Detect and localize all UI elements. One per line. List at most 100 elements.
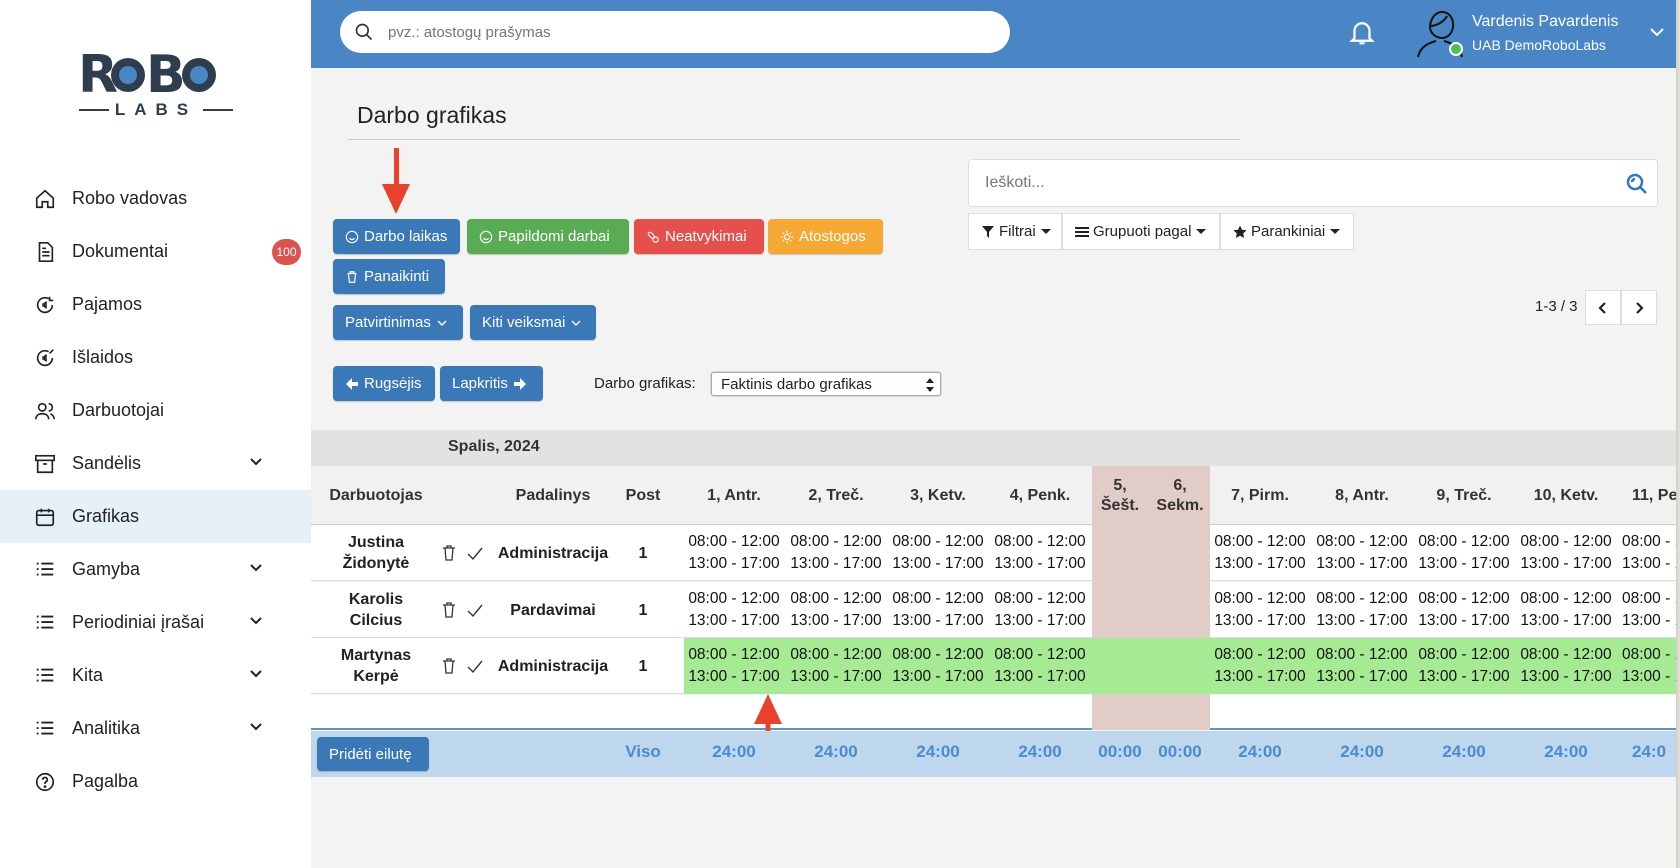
shift-cell[interactable]: 08:00 - 12:00 13:00 - 17:00 (1312, 531, 1412, 575)
header-day-1[interactable]: 1, Antr. (684, 466, 784, 525)
trash-icon[interactable] (440, 601, 458, 619)
user-company[interactable]: UAB DemoRoboLabs (1472, 37, 1606, 53)
shift-cell[interactable]: 08:00 - 12:00 13:00 - 17:00 (1312, 644, 1412, 688)
add-row-button[interactable]: Pridėti eilutę (317, 737, 429, 771)
work-time-button[interactable]: Darbo laikas (333, 219, 460, 254)
chevron-down-icon[interactable] (249, 720, 263, 734)
shift-cell[interactable]: 08:00 - 12:00 13:00 - 17:00 (1312, 588, 1412, 632)
global-search[interactable] (340, 11, 1010, 53)
header-day-2[interactable]: 2, Treč. (786, 466, 886, 525)
extra-work-button[interactable]: Papildomi darbai (467, 219, 629, 254)
shift-cell[interactable]: 08:00 - 1 13:00 - 1 (1618, 588, 1680, 632)
header-day-5[interactable]: 5, Šešt. (1092, 466, 1148, 525)
prev-month-button[interactable]: Rugsėjis (333, 366, 435, 401)
shift-cell[interactable]: 08:00 - 12:00 13:00 - 17:00 (1210, 644, 1310, 688)
trash-icon[interactable] (440, 657, 458, 675)
sidebar-item-label: Periodiniai įrašai (72, 612, 205, 632)
sidebar-item-kita[interactable]: Kita (0, 649, 311, 702)
pager-prev-button[interactable] (1585, 290, 1621, 325)
employee-name[interactable]: Karolis Cilcius (320, 582, 432, 638)
shift-cell[interactable]: 08:00 - 12:00 13:00 - 17:00 (684, 588, 784, 632)
filters-dropdown[interactable]: Filtrai (968, 213, 1062, 250)
employee-name[interactable]: Martynas Kerpė (320, 638, 432, 694)
approval-dropdown[interactable]: Patvirtinimas (333, 305, 463, 340)
schedule-type-select[interactable]: Faktinis darbo grafikas (711, 372, 941, 396)
sidebar-item-dokumentai[interactable]: Dokumentai 100 (0, 225, 311, 278)
header-employee[interactable]: Darbuotojas (320, 466, 432, 525)
check-icon[interactable] (466, 657, 484, 675)
robolabs-logo[interactable]: R B LABS (78, 42, 234, 122)
post-cell[interactable]: 1 (618, 582, 668, 638)
shift-cell[interactable]: 08:00 - 12:00 13:00 - 17:00 (1414, 644, 1514, 688)
shift-cell[interactable]: 08:00 - 12:00 13:00 - 17:00 (990, 644, 1090, 688)
chevron-down-icon[interactable] (249, 667, 263, 681)
header-day-9[interactable]: 9, Treč. (1414, 466, 1514, 525)
header-day-4[interactable]: 4, Penk. (990, 466, 1090, 525)
header-day-11[interactable]: 11, Pe (1618, 466, 1680, 525)
header-day-3[interactable]: 3, Ketv. (888, 466, 988, 525)
sidebar-item-analitika[interactable]: Analitika (0, 702, 311, 755)
department-cell[interactable]: Pardavimai (493, 582, 613, 638)
next-month-button[interactable]: Lapkritis (440, 366, 543, 401)
user-name[interactable]: Vardenis Pavardenis (1472, 13, 1618, 31)
shift-cell[interactable]: 08:00 - 1 13:00 - 1 (1618, 644, 1680, 688)
other-actions-dropdown[interactable]: Kiti veiksmai (470, 305, 596, 340)
shift-cell[interactable]: 08:00 - 12:00 13:00 - 17:00 (1414, 588, 1514, 632)
header-day-8[interactable]: 8, Antr. (1312, 466, 1412, 525)
employee-name[interactable]: Justina Židonytė (320, 525, 432, 581)
records-search-input[interactable] (985, 174, 1605, 192)
shift-cell[interactable]: 08:00 - 12:00 13:00 - 17:00 (888, 588, 988, 632)
shift-cell[interactable]: 08:00 - 12:00 13:00 - 17:00 (1516, 588, 1616, 632)
shift-cell[interactable]: 08:00 - 12:00 13:00 - 17:00 (684, 644, 784, 688)
shift-cell[interactable]: 08:00 - 12:00 13:00 - 17:00 (786, 531, 886, 575)
post-cell[interactable]: 1 (618, 525, 668, 581)
sidebar-item-pajamos[interactable]: Pajamos (0, 278, 311, 331)
trash-icon[interactable] (440, 544, 458, 562)
vacation-button[interactable]: Atostogos (768, 219, 883, 254)
sidebar-item-pagalba[interactable]: Pagalba (0, 755, 311, 808)
shift-cell[interactable]: 08:00 - 12:00 13:00 - 17:00 (1210, 588, 1310, 632)
check-icon[interactable] (466, 601, 484, 619)
header-day-6[interactable]: 6, Sekm. (1150, 466, 1210, 525)
shift-cell[interactable]: 08:00 - 12:00 13:00 - 17:00 (990, 531, 1090, 575)
shift-cell[interactable]: 08:00 - 12:00 13:00 - 17:00 (888, 531, 988, 575)
pager-next-button[interactable] (1621, 290, 1657, 325)
chevron-down-icon[interactable] (249, 614, 263, 628)
department-cell[interactable]: Administracija (493, 525, 613, 581)
absences-button[interactable]: Neatvykimai (634, 219, 764, 254)
shift-cell[interactable]: 08:00 - 12:00 13:00 - 17:00 (1516, 531, 1616, 575)
shift-cell[interactable]: 08:00 - 12:00 13:00 - 17:00 (786, 588, 886, 632)
search-icon[interactable] (1625, 172, 1649, 196)
sidebar-item-periodiniai-irasai[interactable]: Periodiniai įrašai (0, 596, 311, 649)
shift-cell[interactable]: 08:00 - 12:00 13:00 - 17:00 (786, 644, 886, 688)
shift-cell[interactable]: 08:00 - 12:00 13:00 - 17:00 (1414, 531, 1514, 575)
sidebar-item-islaidos[interactable]: Išlaidos (0, 331, 311, 384)
header-post[interactable]: Post (618, 466, 668, 525)
global-search-input[interactable] (388, 23, 988, 41)
header-department[interactable]: Padalinys (503, 466, 603, 525)
sidebar-item-sandelis[interactable]: Sandėlis (0, 437, 311, 490)
shift-cell[interactable]: 08:00 - 12:00 13:00 - 17:00 (888, 644, 988, 688)
department-cell[interactable]: Administracija (493, 638, 613, 694)
favorites-dropdown[interactable]: Parankiniai (1220, 213, 1354, 250)
bell-icon[interactable] (1347, 16, 1377, 48)
records-search[interactable] (968, 159, 1658, 207)
shift-cell[interactable]: 08:00 - 12:00 13:00 - 17:00 (1210, 531, 1310, 575)
check-icon[interactable] (466, 544, 484, 562)
chevron-down-icon[interactable] (249, 561, 263, 575)
shift-cell[interactable]: 08:00 - 12:00 13:00 - 17:00 (990, 588, 1090, 632)
group-by-dropdown[interactable]: Grupuoti pagal (1062, 213, 1220, 250)
header-day-7[interactable]: 7, Pirm. (1210, 466, 1310, 525)
shift-cell[interactable]: 08:00 - 12:00 13:00 - 17:00 (1516, 644, 1616, 688)
sidebar-item-robo-vadovas[interactable]: Robo vadovas (0, 172, 311, 225)
delete-button[interactable]: Panaikinti (333, 259, 445, 294)
shift-cell[interactable]: 08:00 - 1 13:00 - 1 (1618, 531, 1680, 575)
sidebar-item-darbuotojai[interactable]: Darbuotojai (0, 384, 311, 437)
sidebar-item-gamyba[interactable]: Gamyba (0, 543, 311, 596)
sidebar-item-grafikas[interactable]: Grafikas (0, 490, 311, 543)
post-cell[interactable]: 1 (618, 638, 668, 694)
shift-cell[interactable]: 08:00 - 12:00 13:00 - 17:00 (684, 531, 784, 575)
chevron-down-icon[interactable] (249, 455, 263, 469)
chevron-down-icon[interactable] (1649, 26, 1665, 38)
header-day-10[interactable]: 10, Ketv. (1516, 466, 1616, 525)
